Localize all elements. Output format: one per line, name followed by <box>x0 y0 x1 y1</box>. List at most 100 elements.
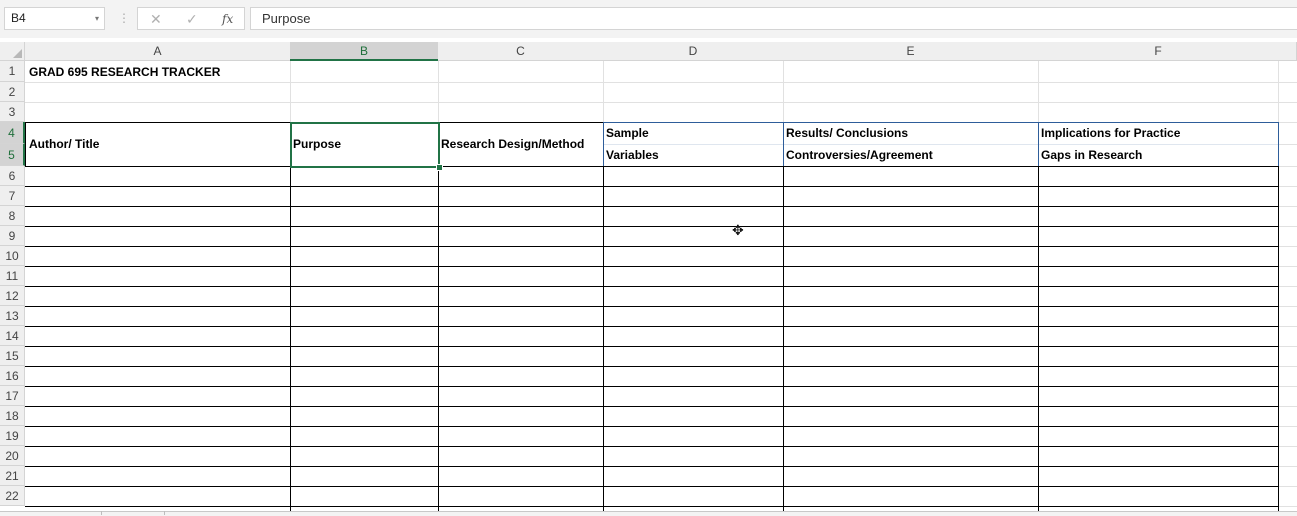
table-border <box>25 226 1279 227</box>
gridline <box>1279 426 1297 427</box>
column-header-a[interactable]: A <box>25 42 291 61</box>
column-header-d[interactable]: D <box>603 42 784 61</box>
formula-input[interactable]: Purpose <box>250 7 1297 30</box>
gridline <box>1279 286 1297 287</box>
column-header-e[interactable]: E <box>783 42 1039 61</box>
row-header-16[interactable]: 16 <box>0 366 25 386</box>
cell-a4-author-title[interactable]: Author/ Title <box>29 134 99 154</box>
gridline <box>25 82 1297 83</box>
row-header-5[interactable]: 5 <box>0 144 25 166</box>
gridline <box>1279 486 1297 487</box>
table-border <box>25 306 1279 307</box>
gridline <box>1279 466 1297 467</box>
row-header-13[interactable]: 13 <box>0 306 25 326</box>
row-header-18[interactable]: 18 <box>0 406 25 426</box>
row-header-1[interactable]: 1 <box>0 61 25 82</box>
formula-buttons: ✕ ✓ fx <box>137 7 245 30</box>
enter-icon[interactable]: ✓ <box>186 9 198 29</box>
gridline <box>1279 266 1297 267</box>
table-border <box>438 166 439 511</box>
active-cell-selection[interactable] <box>290 122 440 168</box>
sheet-tab-strip <box>0 511 1297 516</box>
row-header-11[interactable]: 11 <box>0 266 25 286</box>
more-options-icon[interactable]: ⋮ <box>118 9 130 27</box>
gridline <box>783 61 784 122</box>
row-header-8[interactable]: 8 <box>0 206 25 226</box>
row-header-12[interactable]: 12 <box>0 286 25 306</box>
row-header-6[interactable]: 6 <box>0 166 25 186</box>
select-all-corner[interactable] <box>0 42 25 61</box>
name-box[interactable]: B4 ▾ <box>4 7 105 30</box>
select-all-triangle-icon <box>13 49 22 58</box>
table-border <box>290 166 291 511</box>
table-border <box>1038 122 1039 166</box>
table-border <box>25 346 1279 347</box>
fill-handle[interactable] <box>436 164 443 171</box>
row-header-15[interactable]: 15 <box>0 346 25 366</box>
column-header-g[interactable] <box>1278 42 1297 61</box>
cell-f4-implications[interactable]: Implications for Practice <box>1041 123 1180 143</box>
row-header-2[interactable]: 2 <box>0 82 25 102</box>
column-header-b[interactable]: B <box>290 42 439 61</box>
cancel-icon[interactable]: ✕ <box>150 9 162 29</box>
row-header-9[interactable]: 9 <box>0 226 25 246</box>
row-header-19[interactable]: 19 <box>0 426 25 446</box>
gridline <box>1279 206 1297 207</box>
row-header-14[interactable]: 14 <box>0 326 25 346</box>
gridline <box>1279 326 1297 327</box>
cell-a1-title[interactable]: GRAD 695 RESEARCH TRACKER <box>29 62 220 82</box>
row-header-10[interactable]: 10 <box>0 246 25 266</box>
table-border <box>25 426 1279 427</box>
table-border <box>25 122 26 166</box>
table-border <box>25 166 1279 167</box>
cell-d4-sample[interactable]: Sample <box>606 123 649 143</box>
gridline <box>1279 386 1297 387</box>
sheet-tab-edge[interactable] <box>101 511 102 515</box>
table-border <box>603 122 604 166</box>
formula-bar: B4 ▾ ⋮ ✕ ✓ fx Purpose <box>0 0 1297 38</box>
gridline <box>290 61 291 122</box>
table-border <box>25 266 1279 267</box>
cell-e5-controversies[interactable]: Controversies/Agreement <box>786 145 933 165</box>
row-header-3[interactable]: 3 <box>0 102 25 122</box>
cell-f5-gaps[interactable]: Gaps in Research <box>1041 145 1142 165</box>
table-border <box>25 246 1279 247</box>
row-header-20[interactable]: 20 <box>0 446 25 466</box>
gridline <box>1278 61 1279 122</box>
gridline <box>1279 246 1297 247</box>
column-header-f[interactable]: F <box>1038 42 1279 61</box>
cell-d5-variables[interactable]: Variables <box>606 145 659 165</box>
table-border <box>25 326 1279 327</box>
gridline <box>1279 346 1297 347</box>
cell-c4-research-design[interactable]: Research Design/Method <box>441 134 584 154</box>
row-header-21[interactable]: 21 <box>0 466 25 486</box>
insert-function-icon[interactable]: fx <box>222 9 233 29</box>
gridline <box>1279 366 1297 367</box>
gridline <box>1279 186 1297 187</box>
gridline <box>25 102 1297 103</box>
row-header-7[interactable]: 7 <box>0 186 25 206</box>
gridline <box>1279 144 1297 145</box>
row-header-17[interactable]: 17 <box>0 386 25 406</box>
row-header-22[interactable]: 22 <box>0 486 25 506</box>
table-border <box>25 446 1279 447</box>
cell-e4-results[interactable]: Results/ Conclusions <box>786 123 908 143</box>
gridline <box>1279 166 1297 167</box>
gridline <box>1279 122 1297 123</box>
sheet-tab-edge[interactable] <box>164 511 165 515</box>
chevron-down-icon[interactable]: ▾ <box>95 8 99 29</box>
table-border <box>25 206 1279 207</box>
table-border <box>1278 122 1279 166</box>
row-header-4[interactable]: 4 <box>0 122 25 144</box>
column-header-c[interactable]: C <box>438 42 604 61</box>
gridline <box>1279 406 1297 407</box>
mouse-cursor-icon: ✥ <box>732 222 744 238</box>
table-border <box>603 144 1279 145</box>
gridline <box>603 61 604 122</box>
table-border <box>25 186 1279 187</box>
table-border <box>603 166 604 511</box>
gridline <box>438 61 439 122</box>
table-border <box>25 506 1279 507</box>
table-border <box>783 166 784 511</box>
gridline <box>1279 506 1297 507</box>
